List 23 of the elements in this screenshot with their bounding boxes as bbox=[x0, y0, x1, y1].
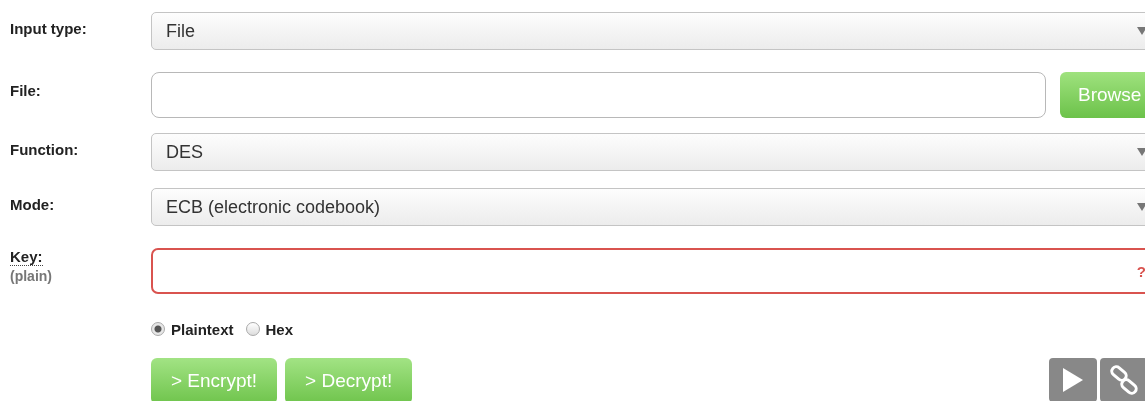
link-button[interactable] bbox=[1100, 358, 1145, 401]
field-label: Function: bbox=[10, 140, 80, 158]
field-sublabel: (plain) bbox=[10, 268, 53, 284]
field-label: Key: bbox=[10, 248, 43, 266]
select-field[interactable]: File bbox=[151, 12, 1145, 50]
link-icon bbox=[1109, 365, 1139, 395]
caret-icon bbox=[1137, 203, 1145, 211]
caret-icon bbox=[1137, 148, 1145, 156]
radio-button[interactable] bbox=[151, 322, 165, 336]
caret-icon bbox=[1137, 27, 1145, 35]
radio-label: Hex bbox=[265, 320, 294, 338]
play-button[interactable] bbox=[1049, 358, 1097, 401]
field-label: Mode: bbox=[10, 195, 56, 213]
play-icon bbox=[1061, 366, 1085, 394]
radio-label: Plaintext bbox=[171, 320, 234, 338]
radio-button[interactable] bbox=[245, 322, 260, 336]
field-label: File: bbox=[10, 81, 42, 99]
field-label: Input type: bbox=[10, 19, 88, 37]
file-field[interactable] bbox=[151, 72, 1046, 118]
help-hint[interactable]: ? bbox=[1136, 262, 1145, 280]
select-field[interactable]: DES bbox=[151, 133, 1145, 171]
key-field[interactable]: ? bbox=[151, 248, 1145, 294]
select-field[interactable]: ECB (electronic codebook) bbox=[151, 188, 1145, 226]
